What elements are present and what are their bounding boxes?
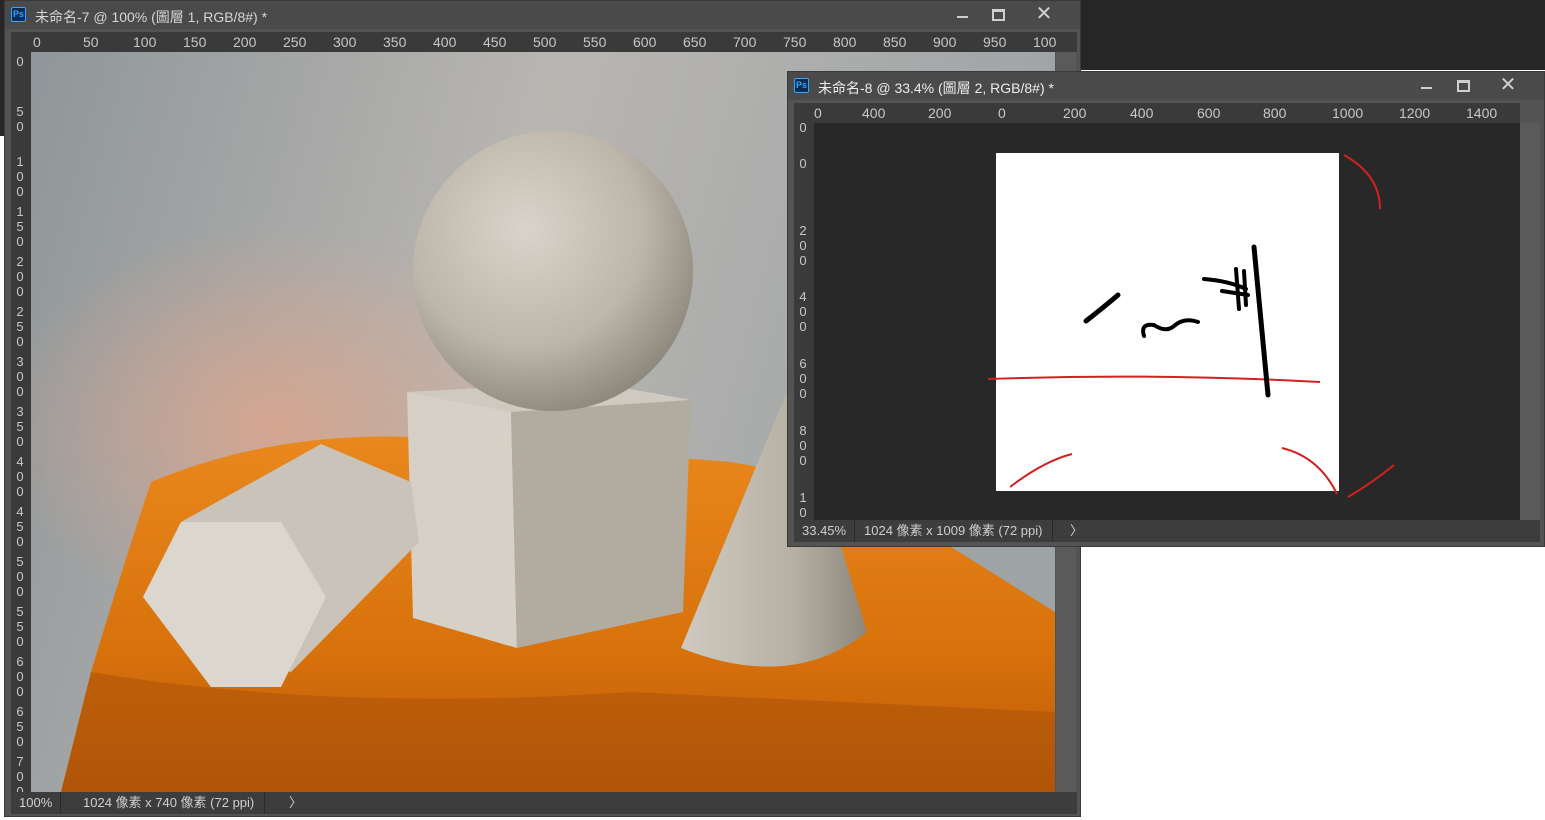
photo-cube-side <box>511 400 691 648</box>
ruler-label: 400 <box>1130 105 1154 121</box>
ruler-label: 5 0 <box>16 104 24 134</box>
window-2-title: 未命名-8 @ 33.4% (圖層 2, RGB/8#) * <box>818 80 1054 96</box>
ruler-label: 4 0 0 <box>799 289 807 334</box>
ruler-label: 950 <box>983 34 1007 50</box>
maximize-icon[interactable] <box>1446 74 1478 96</box>
artboard <box>996 153 1339 491</box>
window-1-title: 未命名-7 @ 100% (圖層 1, RGB/8#) * <box>35 9 268 25</box>
ruler-label: 1 0 <box>799 490 807 520</box>
close-icon[interactable]: ✕ <box>1028 3 1060 25</box>
ruler-label: 6 0 0 <box>16 654 24 699</box>
workspace-background <box>1080 0 1545 70</box>
ruler-label: 100 <box>1033 34 1057 50</box>
ruler-label: 100 <box>133 34 157 50</box>
black-stroke-hash-v2 <box>1242 269 1248 307</box>
ruler-label: 200 <box>233 34 257 50</box>
ruler-label: 8 0 0 <box>799 423 807 468</box>
minimize-icon[interactable] <box>1410 74 1442 96</box>
ruler-label: 0 <box>16 54 24 69</box>
ruler-label: 300 <box>333 34 357 50</box>
ruler-label: 650 <box>683 34 707 50</box>
ruler-label: 7 0 0 <box>16 754 24 792</box>
photo-cube-front <box>407 392 517 648</box>
ruler-label: 2 5 0 <box>16 304 24 349</box>
ruler-label: 400 <box>433 34 457 50</box>
ruler-label: 50 <box>83 34 99 50</box>
ruler-label: 400 <box>862 105 886 121</box>
document-window-2[interactable]: Ps 未命名-8 @ 33.4% (圖層 2, RGB/8#) * ✕ 0 40… <box>787 71 1545 547</box>
ruler-label: 0 <box>33 34 41 50</box>
ruler-label: 500 <box>533 34 557 50</box>
ruler-label: 5 5 0 <box>16 604 24 649</box>
document-canvas-2[interactable] <box>814 123 1520 520</box>
window-1-statusbar: 100% 1024 像素 x 740 像素 (72 ppi) 〉 <box>11 792 1077 814</box>
ruler-label: 750 <box>783 34 807 50</box>
ruler-label: 1 0 0 <box>16 154 24 199</box>
ruler-label: 6 5 0 <box>16 704 24 749</box>
vertical-ruler[interactable]: 0 0 2 0 0 4 0 0 6 0 0 8 0 0 1 0 <box>794 123 814 520</box>
ruler-label: 150 <box>183 34 207 50</box>
ruler-label: 3 0 0 <box>16 354 24 399</box>
zoom-level[interactable]: 33.45% <box>794 520 856 542</box>
ruler-label: 1400 <box>1466 105 1498 121</box>
ruler-label: 4 0 0 <box>16 454 24 499</box>
ruler-label: 1000 <box>1332 105 1364 121</box>
ruler-label: 550 <box>583 34 607 50</box>
ruler-label: 0 <box>998 105 1006 121</box>
horizontal-ruler[interactable]: 0 400 200 0 200 400 600 800 1000 1200 14… <box>814 103 1520 123</box>
chevron-right-icon[interactable]: 〉 <box>1070 520 1083 542</box>
ruler-label: 6 0 0 <box>799 356 807 401</box>
vertical-scrollbar[interactable] <box>1520 123 1540 520</box>
document-info: 1024 像素 x 740 像素 (72 ppi) <box>73 792 266 814</box>
document-info: 1024 像素 x 1009 像素 (72 ppi) <box>854 520 1054 542</box>
close-icon[interactable]: ✕ <box>1492 74 1524 96</box>
minimize-icon[interactable] <box>946 3 978 25</box>
ruler-label: 600 <box>633 34 657 50</box>
ruler-label: 2 0 0 <box>16 254 24 299</box>
ruler-label: 200 <box>1063 105 1087 121</box>
window-2-statusbar: 33.45% 1024 像素 x 1009 像素 (72 ppi) 〉 <box>794 520 1540 542</box>
ruler-label: 600 <box>1197 105 1221 121</box>
ruler-label: 800 <box>833 34 857 50</box>
ruler-label: 2 0 0 <box>799 223 807 268</box>
zoom-level[interactable]: 100% <box>11 792 62 814</box>
ruler-label: 250 <box>283 34 307 50</box>
ruler-label: 0 <box>799 156 807 171</box>
ruler-label: 900 <box>933 34 957 50</box>
ruler-corner <box>11 32 31 52</box>
ruler-label: 200 <box>928 105 952 121</box>
ruler-label: 1200 <box>1399 105 1431 121</box>
ruler-label: 5 0 0 <box>16 554 24 599</box>
ruler-label: 0 <box>799 123 807 135</box>
ruler-label: 4 5 0 <box>16 504 24 549</box>
window-1-titlebar[interactable]: Ps 未命名-7 @ 100% (圖層 1, RGB/8#) * ✕ <box>5 1 1080 29</box>
photoshop-icon: Ps <box>11 7 26 22</box>
chevron-right-icon[interactable]: 〉 <box>289 792 302 814</box>
window-2-titlebar[interactable]: Ps 未命名-8 @ 33.4% (圖層 2, RGB/8#) * ✕ <box>788 72 1544 100</box>
vertical-ruler[interactable]: 0 5 0 1 0 0 1 5 0 2 0 0 2 5 0 3 0 0 3 5 … <box>11 52 31 792</box>
ruler-label: 0 <box>814 105 822 121</box>
ruler-label: 3 5 0 <box>16 404 24 449</box>
ruler-label: 450 <box>483 34 507 50</box>
ruler-label: 1 5 0 <box>16 204 24 249</box>
ruler-label: 850 <box>883 34 907 50</box>
ruler-label: 700 <box>733 34 757 50</box>
ruler-label: 800 <box>1263 105 1287 121</box>
photo-sphere <box>413 131 693 411</box>
maximize-icon[interactable] <box>981 3 1013 25</box>
ruler-corner <box>794 103 814 123</box>
horizontal-ruler[interactable]: 0 50 100 150 200 250 300 350 400 450 500… <box>31 32 1077 52</box>
photoshop-icon: Ps <box>794 78 809 93</box>
ruler-label: 350 <box>383 34 407 50</box>
